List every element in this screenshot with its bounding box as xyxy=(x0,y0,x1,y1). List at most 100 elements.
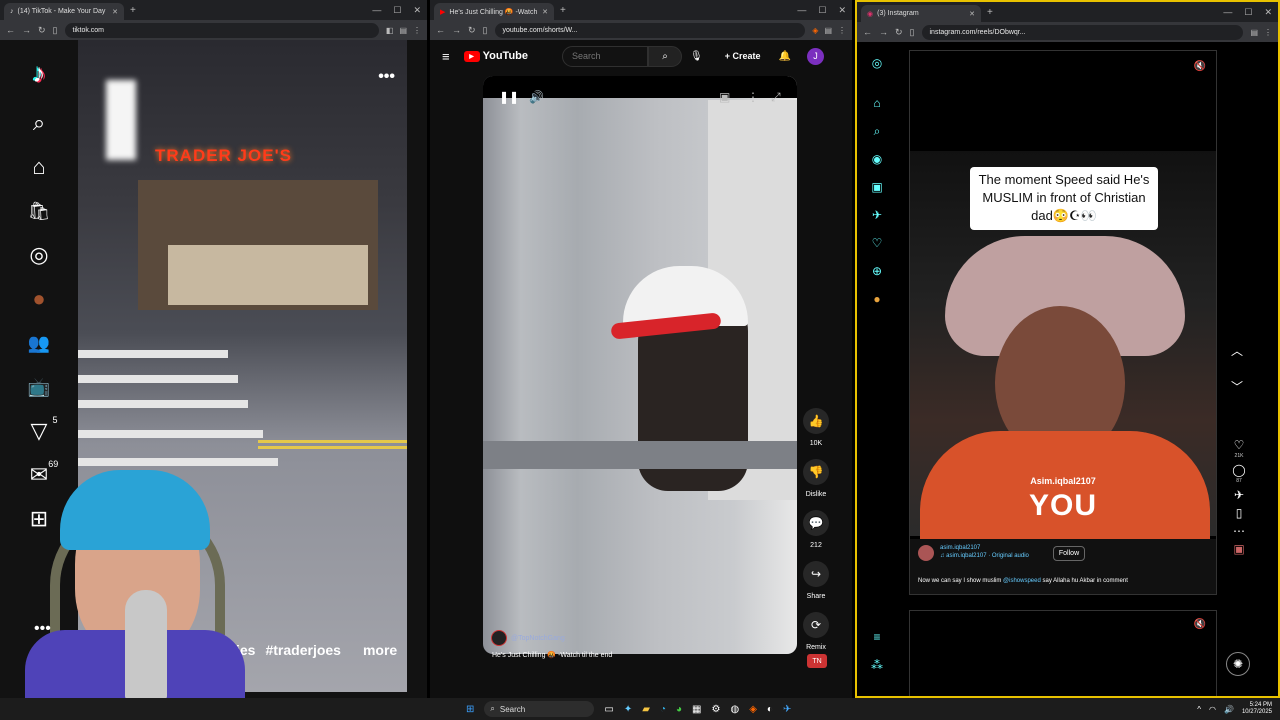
captions-icon[interactable]: ▣ xyxy=(719,90,730,104)
close-window-icon[interactable]: ✕ xyxy=(1264,7,1272,18)
minimize-icon[interactable]: — xyxy=(372,5,381,16)
shop-icon[interactable]: 🛍 xyxy=(28,189,51,233)
tiktok-tab[interactable]: ♪ (14) TikTok - Make Your Day ✕ xyxy=(4,3,124,20)
activity-icon[interactable]: ▽ 5 xyxy=(31,409,58,453)
search-icon[interactable]: ⌕ xyxy=(874,124,881,141)
brave-icon[interactable]: ◈ xyxy=(749,704,757,715)
home-icon[interactable]: ⌂ xyxy=(873,96,880,113)
store-icon[interactable]: ▦ xyxy=(692,704,701,715)
caption-mention[interactable]: @ishowspeed xyxy=(1003,578,1041,584)
app-icon[interactable]: ◐ xyxy=(767,704,773,715)
forward-icon[interactable]: → xyxy=(879,27,888,37)
brave-shield-icon[interactable]: ◈ xyxy=(812,26,818,35)
chrome-icon[interactable]: ◕ xyxy=(676,704,682,715)
instagram-logo-icon[interactable]: ◎ xyxy=(872,56,882,73)
telegram-icon[interactable]: ✈ xyxy=(783,704,791,715)
volume-icon[interactable]: 🔊 xyxy=(1224,705,1234,714)
author-avatar[interactable] xyxy=(918,545,934,561)
extension-icon[interactable]: ▤ xyxy=(824,26,832,35)
new-tab-button[interactable]: + xyxy=(130,5,136,16)
search-button[interactable]: ⌕ xyxy=(648,45,683,67)
bookmark-icon[interactable]: ▯ xyxy=(483,25,488,36)
home-icon[interactable]: ⌂ xyxy=(32,145,45,189)
wifi-icon[interactable]: ◠ xyxy=(1209,705,1216,714)
bookmark-icon[interactable]: ▯ xyxy=(53,25,58,36)
apps-icon[interactable]: ⁂ xyxy=(871,658,883,675)
like-button[interactable]: 👍 xyxy=(803,408,829,434)
voice-search-icon[interactable]: 🎙 xyxy=(690,51,703,62)
mute-icon[interactable]: 🔇 xyxy=(1194,619,1206,630)
instagram-reel[interactable]: The moment Speed said He's MUSLIM in fro… xyxy=(909,50,1217,595)
instagram-address-bar[interactable]: instagram.com/reels/DObwqr... xyxy=(921,24,1244,40)
reload-icon[interactable]: ↻ xyxy=(38,25,46,36)
next-reel-icon[interactable]: ﹀ xyxy=(1231,378,1243,395)
hashtag[interactable]: #traderjoes xyxy=(265,642,340,658)
reels-icon[interactable]: ▣ xyxy=(871,180,882,197)
share-button[interactable]: ↪ xyxy=(803,561,829,587)
next-reel[interactable]: 🔇 xyxy=(909,610,1217,696)
search-input[interactable] xyxy=(562,45,649,67)
create-button[interactable]: + Create xyxy=(725,51,761,61)
youtube-logo[interactable]: ▶ YouTube xyxy=(463,50,528,62)
extension-icon[interactable]: ▤ xyxy=(399,26,407,35)
youtube-tab[interactable]: ▶ He's Just Chilling 🤬 -Watch ✕ xyxy=(434,3,554,20)
menu-icon[interactable]: ⋮ xyxy=(838,26,846,35)
mute-icon[interactable]: 🔇 xyxy=(1194,61,1206,72)
fullscreen-icon[interactable]: ⤢ xyxy=(771,90,781,105)
forward-icon[interactable]: → xyxy=(22,25,31,35)
close-tab-icon[interactable]: ✕ xyxy=(542,8,548,16)
edge-icon[interactable]: ◔ xyxy=(660,704,666,715)
new-tab-button[interactable]: + xyxy=(987,7,993,18)
account-avatar[interactable]: J xyxy=(806,47,824,65)
minimize-icon[interactable]: — xyxy=(1223,7,1232,18)
save-icon[interactable]: ▯ xyxy=(1236,506,1243,520)
settings-icon[interactable]: ⚙ xyxy=(711,704,720,715)
maximize-icon[interactable]: ☐ xyxy=(393,5,401,16)
obs-icon[interactable]: ◍ xyxy=(730,704,739,715)
live-icon[interactable]: 📺 xyxy=(28,365,50,409)
bookmark-icon[interactable]: ▯ xyxy=(910,27,915,38)
extension-icon[interactable]: ▤ xyxy=(1250,28,1258,37)
maximize-icon[interactable]: ☐ xyxy=(1244,7,1252,18)
notifications-icon[interactable]: 🔔 xyxy=(779,51,791,62)
sidebar-more-icon[interactable]: ••• xyxy=(34,620,51,638)
search-icon[interactable]: ⌕ xyxy=(33,101,45,145)
explore-icon[interactable]: ◉ xyxy=(872,152,882,169)
taskbar-search[interactable]: ⌕ Search xyxy=(484,701,595,717)
following-icon[interactable]: 👥 xyxy=(28,321,50,365)
notifications-icon[interactable]: ♡ xyxy=(872,236,883,253)
audio-thumbnail[interactable]: ▣ xyxy=(1233,542,1244,556)
profile-avatar[interactable]: ● xyxy=(32,277,45,321)
new-tab-button[interactable]: + xyxy=(560,5,566,16)
volume-icon[interactable]: 🔊 xyxy=(529,90,544,104)
reload-icon[interactable]: ↻ xyxy=(468,25,476,36)
channel-avatar[interactable] xyxy=(491,630,507,646)
channel-info[interactable]: @TopNotchGang xyxy=(491,630,565,646)
messages-icon[interactable]: ✈ xyxy=(872,208,882,225)
clock[interactable]: 5:24 PM 10/27/2025 xyxy=(1242,702,1272,716)
back-icon[interactable]: ← xyxy=(436,25,445,35)
forward-icon[interactable]: → xyxy=(452,25,461,35)
hamburger-menu-icon[interactable]: ≡ xyxy=(442,49,450,64)
maximize-icon[interactable]: ☐ xyxy=(818,5,826,16)
tiktok-address-bar[interactable]: tiktok.com xyxy=(64,22,379,38)
menu-icon[interactable]: ⋮ xyxy=(1264,28,1272,37)
create-icon[interactable]: ⊕ xyxy=(872,264,882,281)
more-menu-icon[interactable]: ≡ xyxy=(873,630,880,647)
more-icon[interactable]: ⋯ xyxy=(1233,524,1245,538)
reload-icon[interactable]: ↻ xyxy=(895,27,903,38)
comment-icon[interactable]: ◯ xyxy=(1232,463,1245,477)
audio-label[interactable]: ♫ asim.iqbal2107 · Original audio xyxy=(940,553,1029,561)
more-options-icon[interactable]: ⋮ xyxy=(747,90,759,104)
more-link[interactable]: more xyxy=(363,642,397,658)
remix-button[interactable]: ⟳ xyxy=(803,612,829,638)
shorts-video[interactable]: ❚❚ 🔊 ▣ ⋮ ⤢ xyxy=(483,76,797,654)
minimize-icon[interactable]: — xyxy=(797,5,806,16)
comments-button[interactable]: 💬 xyxy=(803,510,829,536)
like-icon[interactable]: ♡ xyxy=(1234,438,1245,452)
file-explorer-icon[interactable]: ▰ xyxy=(642,704,650,715)
profile-avatar[interactable]: ● xyxy=(873,292,880,309)
start-icon[interactable]: ⊞ xyxy=(466,704,474,715)
channel-logo[interactable]: TN xyxy=(807,654,827,668)
youtube-address-bar[interactable]: youtube.com/shorts/W... xyxy=(494,22,806,38)
